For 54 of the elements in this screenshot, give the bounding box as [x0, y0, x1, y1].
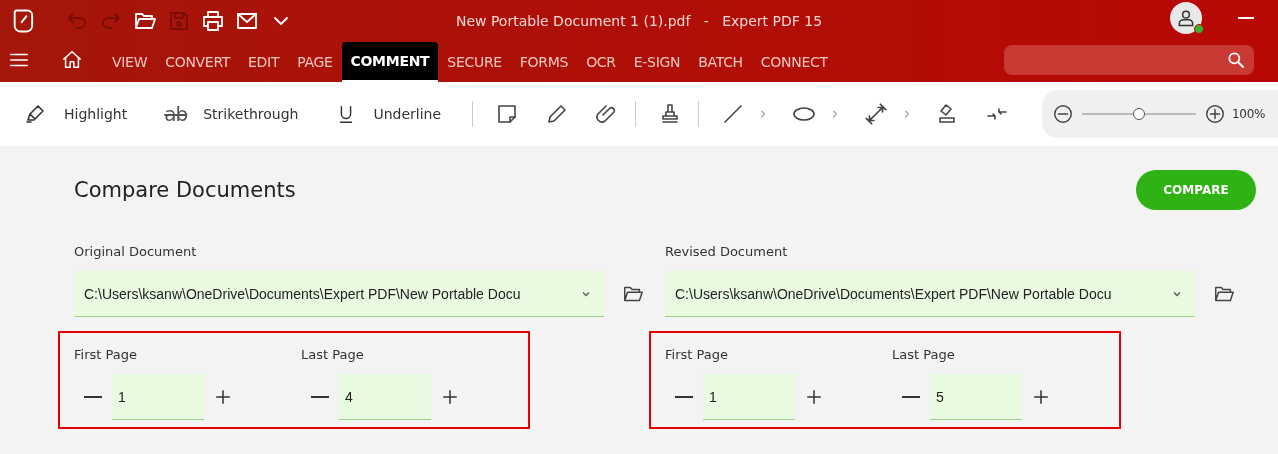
page-number-field[interactable]: 1 [703, 374, 795, 420]
person-icon [1176, 8, 1196, 28]
ribbon-tab[interactable]: SECURE [438, 42, 511, 82]
ribbon-tab[interactable]: OCR [577, 42, 625, 82]
page-heading: Compare Documents [74, 178, 296, 202]
search-icon [1226, 50, 1246, 70]
minus-icon [84, 396, 102, 398]
home-icon [61, 49, 83, 71]
compare-button[interactable]: COMPARE [1136, 170, 1256, 210]
page-number-field[interactable]: 5 [930, 374, 1022, 420]
path-dropdown[interactable]: C:\Users\ksanw\OneDrive\Documents\Expert PDF\New Portable Docu [74, 271, 604, 317]
account-button[interactable] [1170, 2, 1202, 34]
ribbon-tab[interactable]: FORMS [510, 42, 578, 82]
underline-tool[interactable]: Underline [329, 101, 448, 127]
page-number-field[interactable]: 4 [339, 374, 431, 420]
field-label: Last Page [301, 347, 365, 362]
ribbon-tab[interactable]: E-SIGN [624, 42, 690, 82]
ribbon-tab[interactable]: VIEW [103, 42, 157, 82]
plus-icon [214, 388, 232, 406]
measure-arrow-icon [863, 101, 890, 127]
ribbon-tab[interactable]: EDIT [239, 42, 289, 82]
slider-thumb[interactable] [1133, 108, 1145, 120]
increment-button[interactable] [805, 388, 823, 406]
ribbon-tab[interactable]: CONNECT [751, 42, 837, 82]
ribbon-tab[interactable]: BATCH [689, 42, 752, 82]
zoom-in-icon [1204, 103, 1226, 125]
page-number-field[interactable]: 1 [112, 374, 204, 420]
strikethrough-icon: ab [164, 102, 188, 126]
increment-button[interactable] [1032, 388, 1050, 406]
path-dropdown[interactable]: C:\Users\ksanw\OneDrive\Documents\Expert PDF\New Portable Docu [665, 271, 1195, 317]
field-label: First Page [74, 347, 138, 362]
printer-icon[interactable] [201, 9, 225, 33]
search-field[interactable] [1004, 45, 1254, 75]
plus-icon [1032, 388, 1050, 406]
strikethrough-tool[interactable]: ab Strikethrough [158, 101, 305, 127]
increment-button[interactable] [214, 388, 232, 406]
ribbon-tab[interactable]: CONVERT [156, 42, 240, 82]
increment-button[interactable] [441, 388, 459, 406]
online-status-dot [1194, 24, 1204, 34]
highlight-tool[interactable]: Highlight [18, 101, 134, 127]
field-label: Revised Document [665, 244, 789, 259]
minus-icon [675, 396, 693, 398]
minus-icon [311, 396, 329, 398]
minus-icon [902, 396, 920, 398]
plus-icon [441, 388, 459, 406]
zoom-out-icon [1052, 103, 1074, 125]
field-label: Original Document [74, 244, 198, 259]
plus-icon [805, 388, 823, 406]
ribbon-tab[interactable]: PAGE [288, 42, 342, 82]
zoom-reading: 100% [1232, 107, 1266, 121]
window-title: New Portable Document 1 (1).pdf - Expert PDF 15 [454, 13, 824, 29]
ribbon-tab[interactable]: COMMENT [341, 42, 439, 82]
field-label: First Page [665, 347, 729, 362]
field-label: Last Page [892, 347, 956, 362]
